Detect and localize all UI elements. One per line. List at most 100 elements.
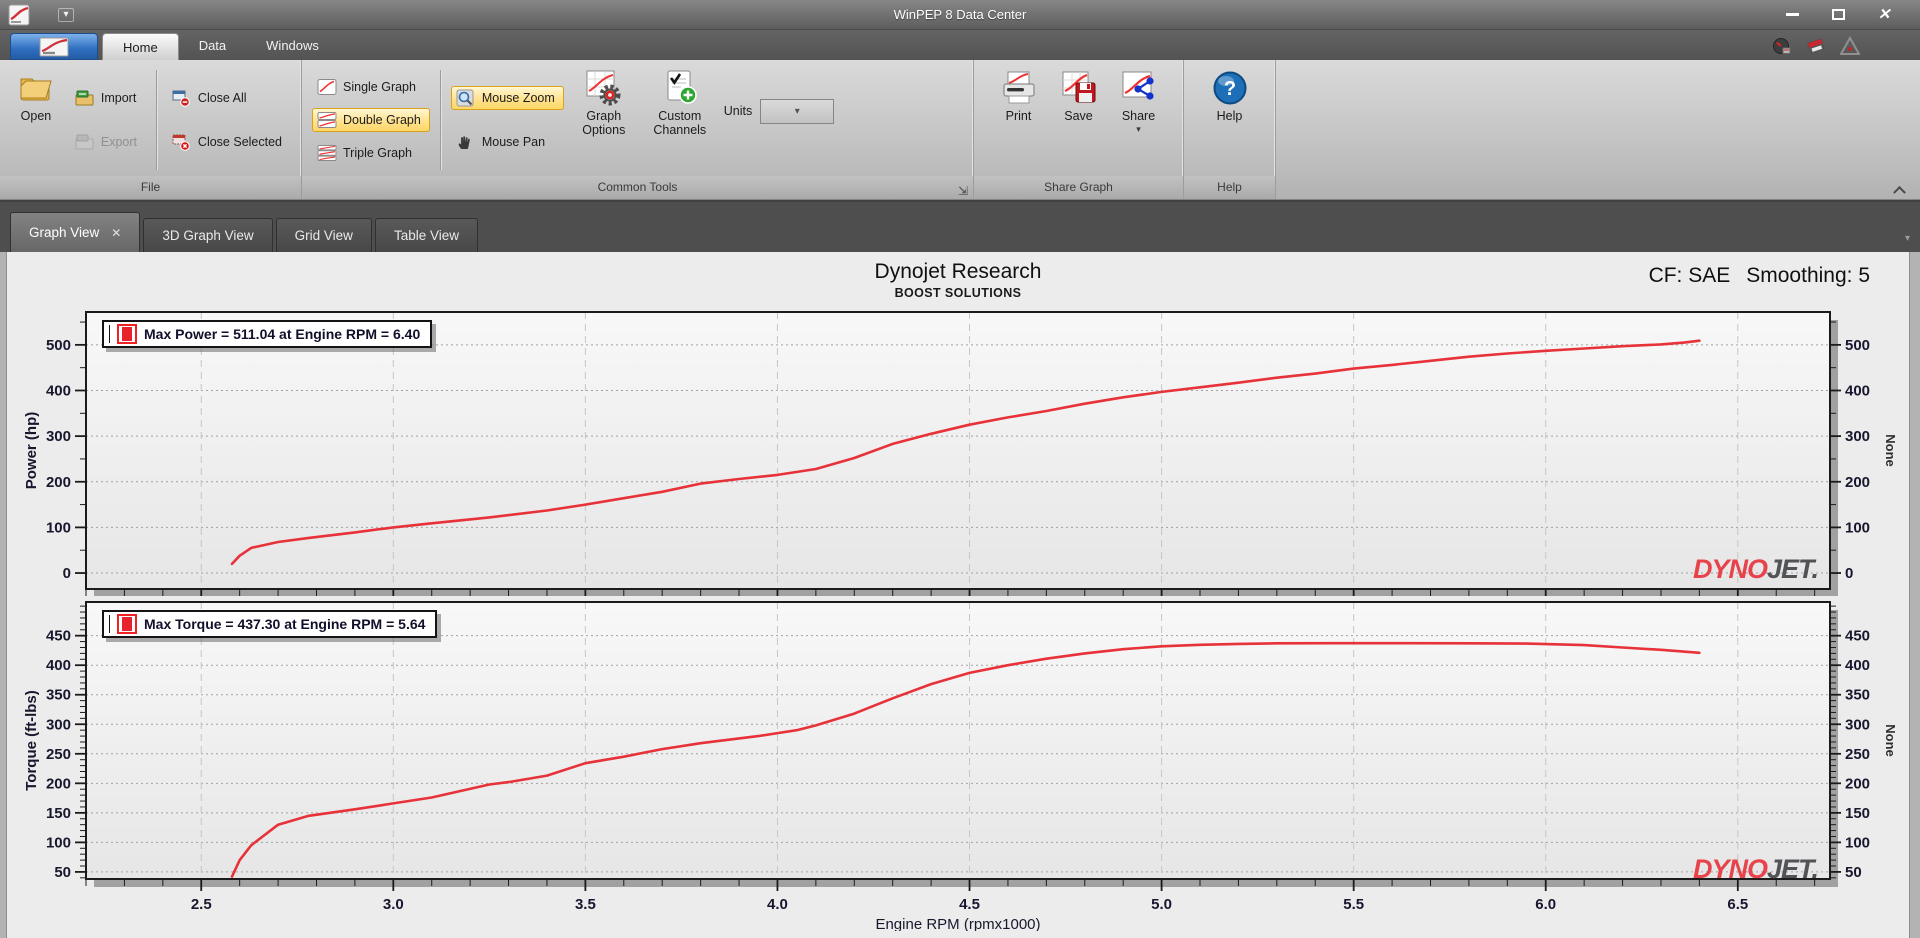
svg-text:?: ? [1223,78,1235,100]
mouse-zoom-icon [456,89,476,107]
single-graph-button[interactable]: Single Graph [312,75,430,99]
svg-text:450: 450 [46,628,71,645]
correction-info: CF: SAE Smoothing: 5 [1649,264,1870,288]
app-icon[interactable] [8,4,30,26]
svg-text:100: 100 [1845,519,1870,536]
graph-options-button[interactable]: Graph Options [572,66,636,174]
import-button[interactable]: Import [70,86,146,110]
svg-text:50: 50 [1845,864,1862,881]
winpep-logo-icon [8,4,30,25]
close-selected-button[interactable]: Close Selected [167,130,291,154]
svg-text:100: 100 [1845,834,1870,851]
tab-grid-view[interactable]: Grid View [275,218,372,252]
open-button[interactable]: Open [10,66,62,174]
mouse-zoom-button[interactable]: Mouse Zoom [450,86,564,110]
smoothing-value: Smoothing: 5 [1746,264,1870,287]
export-button[interactable]: Export [70,130,146,154]
ribbon-tab-data[interactable]: Data [179,30,246,60]
help-group-label: Help [1184,176,1275,199]
print-button[interactable]: Print [993,66,1045,174]
ribbon-group-share-graph: Print Save Share ▾ Share Graph [974,60,1184,199]
tab-3d-graph-view[interactable]: 3D Graph View [143,218,273,252]
ribbon: Open Import Export Close All Close Selec… [0,60,1920,200]
share-icon [1121,70,1157,106]
share-button[interactable]: Share ▾ [1113,66,1165,174]
ribbon-tab-row: Home Data Windows [0,30,1920,60]
custom-channels-button[interactable]: Custom Channels [644,66,716,174]
ribbon-group-common-tools: Single Graph Double Graph Triple Graph M… [302,60,974,199]
ribbon-tab-windows[interactable]: Windows [246,30,339,60]
svg-text:450: 450 [1845,628,1870,645]
svg-text:100: 100 [46,519,71,536]
svg-text:250: 250 [46,746,71,763]
close-selected-icon [172,133,192,151]
svg-text:100: 100 [46,834,71,851]
single-graph-icon [317,78,337,96]
svg-text:200: 200 [1845,775,1870,792]
svg-text:5.0: 5.0 [1151,896,1172,913]
svg-text:150: 150 [1845,805,1870,822]
triple-graph-button[interactable]: Triple Graph [312,141,430,165]
svg-text:200: 200 [1845,474,1870,491]
quick-access-dropdown-icon[interactable]: ▾ [58,7,74,22]
dynojet-logo: DYNOJET. [1692,854,1819,884]
svg-text:None: None [1883,724,1898,757]
brand-triangle-icon[interactable] [1840,36,1860,56]
correction-factor: CF: SAE [1648,264,1731,287]
dropdown-arrow-icon: ▾ [794,105,800,117]
power-legend: Max Power = 511.04 at Engine RPM = 6.40 [102,320,433,348]
share-dropdown-icon[interactable]: ▾ [1136,124,1141,134]
tab-graph-view[interactable]: Graph View ✕ [10,212,141,252]
svg-text:3.5: 3.5 [575,896,596,913]
svg-text:400: 400 [46,382,71,399]
close-tab-icon[interactable]: ✕ [111,226,121,240]
minimize-button[interactable] [1782,6,1802,24]
window-controls: ✕ [1782,6,1912,24]
pod-device-icon[interactable] [1806,36,1826,56]
svg-text:200: 200 [46,775,71,792]
save-icon [1061,70,1097,106]
svg-text:6.5: 6.5 [1727,896,1748,913]
double-graph-icon [317,111,337,129]
help-icon: ? [1212,70,1248,106]
svg-text:300: 300 [1845,428,1870,445]
svg-text:0: 0 [63,565,71,582]
graph-options-icon [586,70,622,106]
svg-text:Torque (ft-lbs): Torque (ft-lbs) [23,690,40,791]
close-button[interactable]: ✕ [1874,6,1894,24]
ribbon-tab-home[interactable]: Home [102,33,179,60]
mouse-pan-button[interactable]: Mouse Pan [451,130,564,154]
triple-graph-icon [317,144,337,162]
dynojet-logo: DYNOJET. [1692,554,1819,584]
power-chart-svg: 0 0 100 100 200 200 300 300 400 400 500 500 Power (h… [23,311,1898,596]
report-title: Dynojet Research [874,260,1042,283]
dialog-launcher-icon[interactable]: ⇲ [958,185,968,197]
close-all-button[interactable]: Close All [167,86,291,110]
double-graph-button[interactable]: Double Graph [312,108,430,132]
legend-swatch-icon [117,324,137,344]
application-menu-button[interactable] [10,33,98,60]
print-icon [1001,70,1037,106]
maximize-button[interactable] [1828,6,1848,24]
svg-text:500: 500 [46,337,71,354]
window-title: WinPEP 8 Data Center [893,7,1027,22]
torque-chart[interactable]: 50 50 100 100 150 150 200 200 250 250 300 300 350 350… [6,596,1910,931]
import-export-stack: Import Export [70,66,146,174]
tabrow-status-icons [1772,36,1920,60]
ribbon-group-file: Open Import Export Close All Close Selec… [0,60,302,199]
svg-text:None: None [1883,434,1898,467]
svg-text:400: 400 [1845,657,1870,674]
svg-text:300: 300 [46,716,71,733]
help-button[interactable]: ? Help [1204,66,1256,174]
svg-text:2.5: 2.5 [191,896,212,913]
power-chart[interactable]: 0 0 100 100 200 200 300 300 400 400 500 500 Power (h… [6,306,1910,596]
tab-table-view[interactable]: Table View [374,218,478,252]
save-button[interactable]: Save [1053,66,1105,174]
units-dropdown[interactable]: ▾ [760,98,835,124]
close-stack: Close All Close Selected [167,66,291,174]
gauge-icon[interactable] [1772,36,1792,56]
legend-swatch-icon [117,614,137,634]
export-csv-icon [75,133,95,151]
tab-overflow-icon[interactable]: ▾ [1905,233,1910,244]
ribbon-collapse-icon[interactable] [1895,185,1904,194]
